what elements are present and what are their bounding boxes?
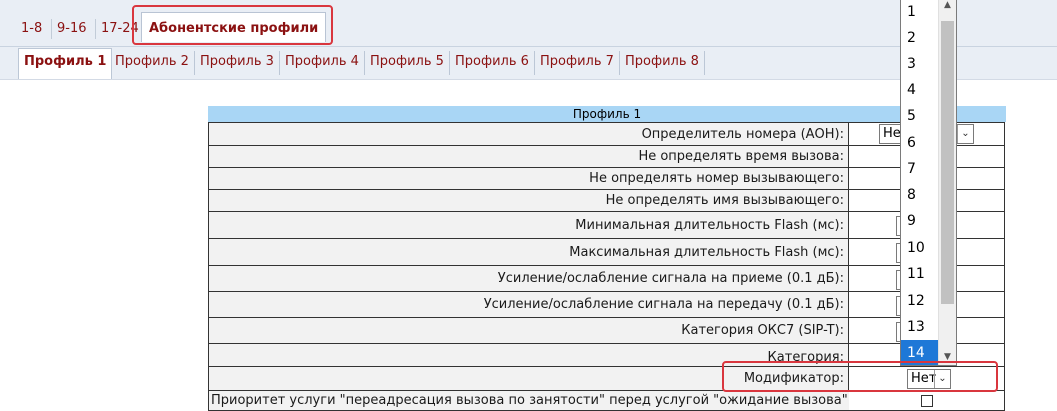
row-value	[849, 391, 1004, 410]
scrollbar-thumb[interactable]	[941, 21, 954, 304]
dropdown-option[interactable]: 7	[901, 156, 939, 182]
dropdown-option[interactable]: 2	[901, 25, 939, 51]
row-sip-t-category: Категория ОКС7 (SIP-T):	[208, 318, 1005, 344]
row-busy-forward-priority: Приоритет услуги "переадресация вызова п…	[208, 391, 1005, 411]
tab-profile-7[interactable]: Профиль 7	[535, 51, 620, 75]
row-category: Категория:	[208, 344, 1005, 367]
dropdown-option[interactable]: 5	[901, 103, 939, 129]
scroll-down-icon[interactable]: ▼	[939, 352, 956, 362]
row-label: Категория:	[209, 344, 849, 366]
row-modifier: Модификатор: Нет ⌄	[208, 367, 1005, 391]
row-value: Нет ⌄	[849, 367, 1004, 390]
row-label: Не определять время вызова:	[209, 146, 849, 167]
row-label: Максимальная длительность Flash (мс):	[209, 239, 849, 265]
caller-id-select-value: Не	[883, 126, 901, 141]
row-label: Усиление/ослабление сигнала на передачу …	[209, 292, 849, 317]
tab-profile-6[interactable]: Профиль 6	[450, 51, 535, 75]
row-label: Минимальная длительность Flash (мс):	[209, 212, 849, 238]
row-rx-gain: Усиление/ослабление сигнала на приеме (0…	[208, 266, 1005, 292]
dropdown-option[interactable]: 12	[901, 288, 939, 314]
chevron-down-icon[interactable]: ⌄	[957, 125, 973, 143]
chevron-down-icon[interactable]: ⌄	[934, 370, 950, 388]
tab-ports-9-16[interactable]: 9-16	[57, 18, 87, 40]
tab-profile-4[interactable]: Профиль 4	[280, 51, 365, 75]
tab-separator	[95, 19, 96, 39]
row-no-caller-number: Не определять номер вызывающего:	[208, 168, 1005, 190]
dropdown-option[interactable]: 1	[901, 0, 939, 25]
dropdown-option[interactable]: 9	[901, 208, 939, 234]
tab-profile-2[interactable]: Профиль 2	[110, 51, 195, 75]
modifier-select-value: Нет	[911, 371, 937, 386]
dropdown-option[interactable]: 6	[901, 130, 939, 156]
row-label: Не определять номер вызывающего:	[209, 168, 849, 189]
scroll-up-icon[interactable]: ▲	[939, 0, 956, 10]
dropdown-option[interactable]: 8	[901, 182, 939, 208]
tab-profile-1[interactable]: Профиль 1	[18, 48, 113, 79]
row-label: Приоритет услуги "переадресация вызова п…	[211, 393, 853, 408]
row-label: Не определять имя вызывающего:	[209, 190, 849, 211]
dropdown-option[interactable]: 3	[901, 51, 939, 77]
row-flash-max: Максимальная длительность Flash (мс):	[208, 239, 1005, 266]
dropdown-scrollbar[interactable]: ▲ ▼	[938, 0, 956, 365]
busy-forward-priority-checkbox[interactable]	[921, 395, 933, 407]
row-no-call-time: Не определять время вызова:	[208, 146, 1005, 168]
profile-tab-bar: Профиль 1 Профиль 2 Профиль 3 Профиль 4 …	[0, 47, 1057, 80]
row-tx-gain: Усиление/ослабление сигнала на передачу …	[208, 292, 1005, 318]
row-flash-min: Минимальная длительность Flash (мс):	[208, 212, 1005, 239]
dropdown-option-selected[interactable]: 14	[901, 340, 939, 365]
row-label: Модификатор:	[209, 367, 849, 390]
dropdown-option[interactable]: 10	[901, 235, 939, 261]
dropdown-option[interactable]: 13	[901, 314, 939, 340]
row-no-caller-name: Не определять имя вызывающего:	[208, 190, 1005, 212]
dropdown-option[interactable]: 4	[901, 77, 939, 103]
tab-profile-8[interactable]: Профиль 8	[620, 51, 705, 75]
row-label: Усиление/ослабление сигнала на приеме (0…	[209, 266, 849, 291]
tab-profile-5[interactable]: Профиль 5	[365, 51, 450, 75]
tab-ports-1-8[interactable]: 1-8	[21, 18, 42, 40]
category-dropdown-list[interactable]: 1 2 3 4 5 6 7 8 9 10 11 12 13 14 ▲ ▼	[900, 0, 957, 366]
profile-form-title: Профиль 1	[208, 106, 1006, 122]
dropdown-option[interactable]: 11	[901, 261, 939, 287]
tab-ports-17-24[interactable]: 17-24	[101, 18, 139, 40]
modifier-select[interactable]: Нет ⌄	[907, 369, 951, 389]
tab-profile-3[interactable]: Профиль 3	[195, 51, 280, 75]
top-tab-bar: 1-8 9-16 17-24 Абонентские профили	[0, 0, 1057, 47]
tab-separator	[51, 19, 52, 39]
row-label: Определитель номера (АОН):	[209, 123, 849, 145]
tab-subscriber-profiles[interactable]: Абонентские профили	[141, 12, 327, 42]
row-label: Категория ОКС7 (SIP-T):	[209, 318, 849, 343]
